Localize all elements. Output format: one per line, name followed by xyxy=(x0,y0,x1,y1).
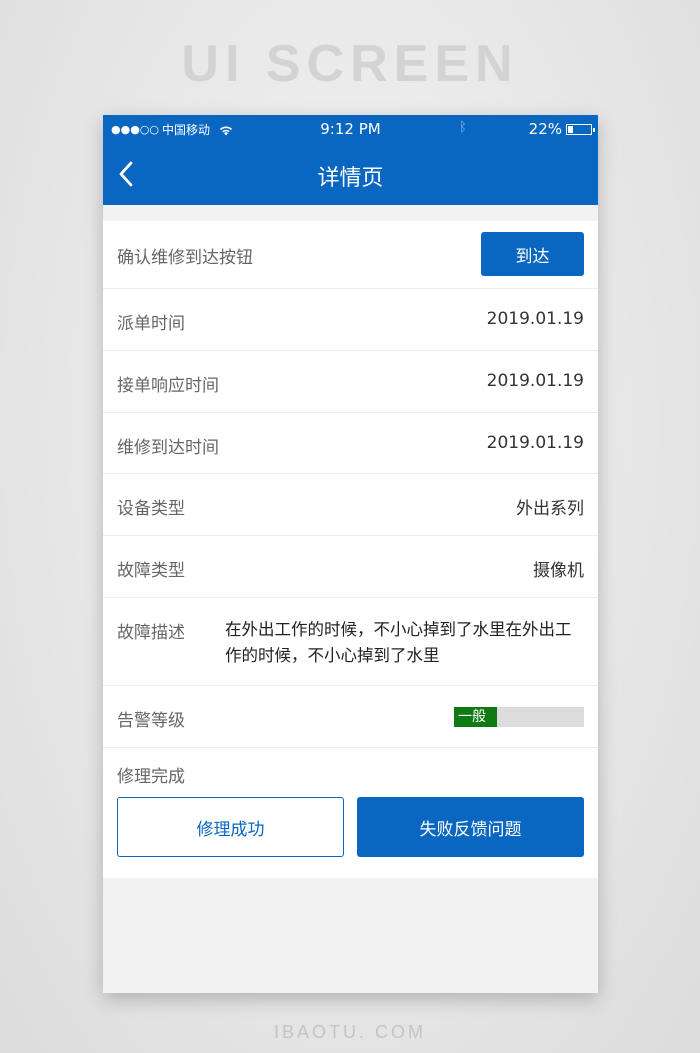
fault-description-row: 故障描述 在外出工作的时候，不小心掉到了水里在外出工作的时候，不小心掉到了水里 xyxy=(103,598,598,686)
fault-description-label: 故障描述 xyxy=(117,623,185,643)
status-bar: ●●●○○ 中国移动 9:12 PM ᛒ 22% xyxy=(103,115,598,143)
alarm-level-bar: 一般 xyxy=(454,707,584,727)
confirm-arrival-label: 确认维修到达按钮 xyxy=(117,248,253,268)
report-failure-button[interactable]: 失败反馈问题 xyxy=(357,797,584,857)
detail-row-value: 2019.01.19 xyxy=(486,309,584,329)
arrive-button[interactable]: 到达 xyxy=(481,232,584,276)
alarm-level-row: 告警等级 一般 xyxy=(103,686,598,748)
confirm-arrival-row: 确认维修到达按钮 到达 xyxy=(103,221,598,289)
watermark-title: UI SCREEN xyxy=(181,35,519,93)
phone-screen: ●●●○○ 中国移动 9:12 PM ᛒ 22% 详情页 确认维修到达按钮 到达… xyxy=(103,115,598,993)
repair-complete-label: 修理完成 xyxy=(117,767,185,787)
repair-success-button[interactable]: 修理成功 xyxy=(117,797,344,857)
detail-row-value: 外出系列 xyxy=(516,499,584,519)
page-title: 详情页 xyxy=(317,166,384,191)
detail-row-label: 派单时间 xyxy=(117,314,185,334)
fault-description-text: 在外出工作的时候，不小心掉到了水里在外出工作的时候，不小心掉到了水里 xyxy=(225,620,572,665)
detail-row-label: 设备类型 xyxy=(117,499,185,519)
battery-icon xyxy=(566,123,595,135)
app-header: ●●●○○ 中国移动 9:12 PM ᛒ 22% 详情页 xyxy=(103,115,598,205)
alarm-level-text: 一般 xyxy=(458,709,486,725)
detail-row: 维修到达时间 2019.01.19 xyxy=(103,413,598,474)
detail-row-value: 2019.01.19 xyxy=(486,433,584,453)
status-time: 9:12 PM xyxy=(320,120,381,138)
detail-row: 设备类型 外出系列 xyxy=(103,474,598,536)
detail-row-label: 故障类型 xyxy=(117,561,185,581)
detail-row-value: 摄像机 xyxy=(533,561,584,581)
alarm-level-label: 告警等级 xyxy=(117,711,185,731)
detail-row-value: 2019.01.19 xyxy=(486,371,584,391)
detail-row: 派单时间 2019.01.19 xyxy=(103,289,598,351)
detail-card: 确认维修到达按钮 到达 派单时间 2019.01.19 接单响应时间 2019.… xyxy=(103,221,598,878)
bluetooth-icon: ᛒ xyxy=(459,120,467,135)
detail-row: 接单响应时间 2019.01.19 xyxy=(103,351,598,413)
watermark-site: IBAOTU. COM xyxy=(273,1022,426,1042)
detail-row-label: 接单响应时间 xyxy=(117,376,219,396)
detail-row-label: 维修到达时间 xyxy=(117,438,219,458)
battery-percent: 22% xyxy=(528,120,562,138)
detail-row: 故障类型 摄像机 xyxy=(103,536,598,598)
